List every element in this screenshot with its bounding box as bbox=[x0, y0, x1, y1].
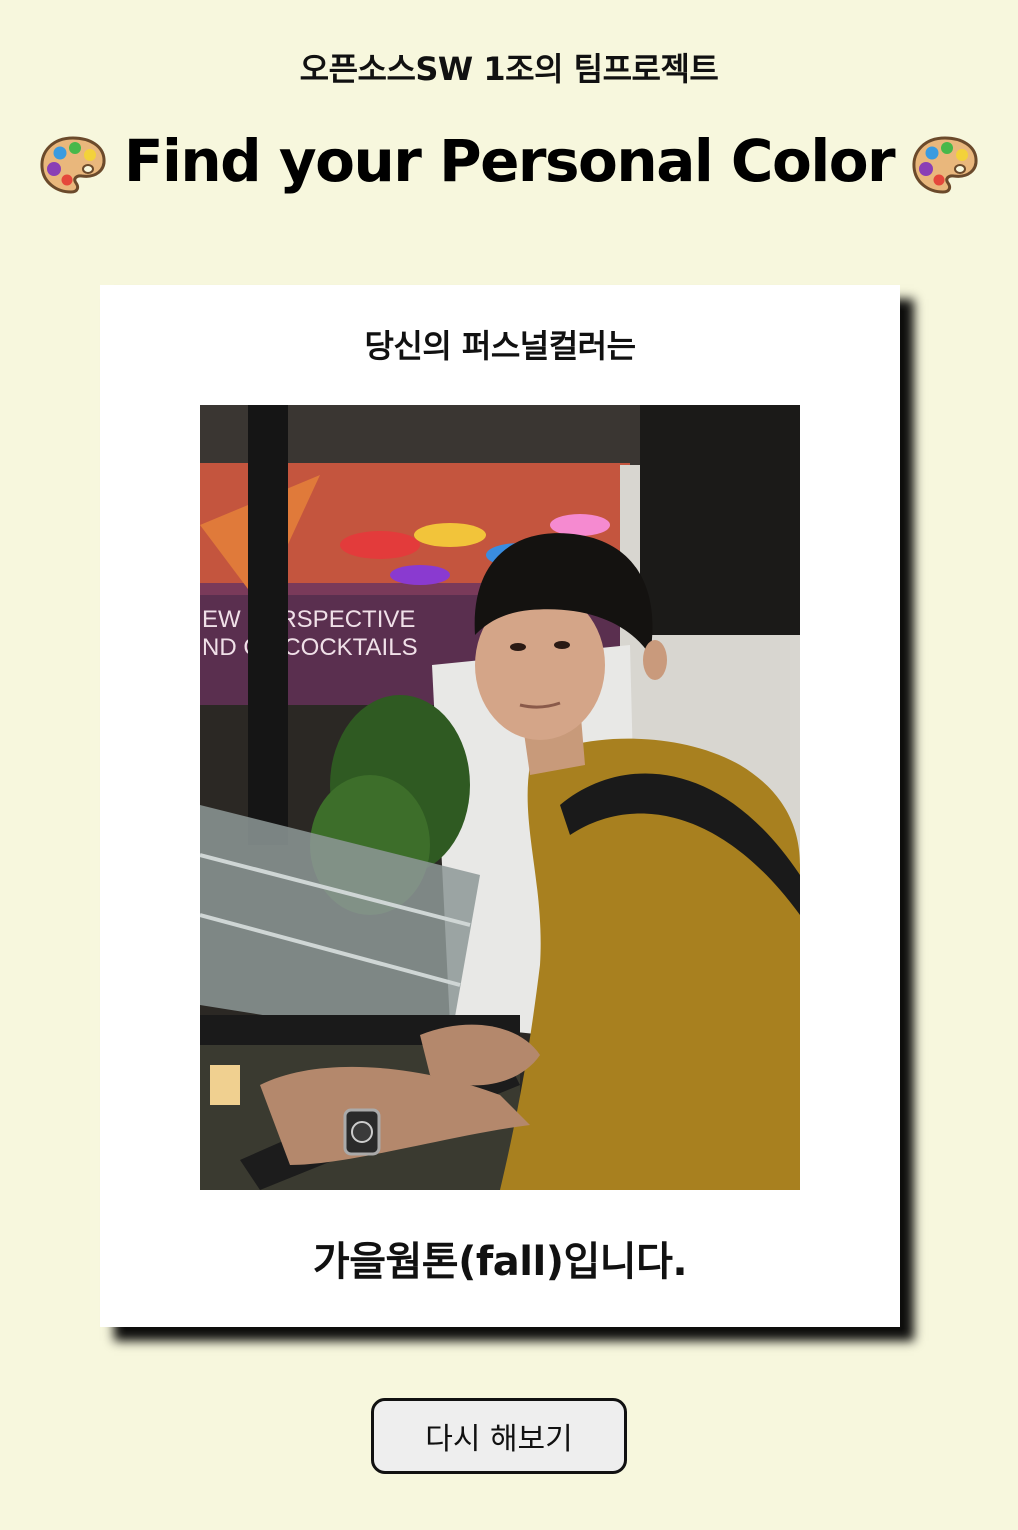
retry-button[interactable]: 다시 해보기 bbox=[371, 1398, 627, 1474]
artist-palette-icon bbox=[910, 134, 980, 196]
sign-text: ND OF COCKTAILS bbox=[202, 634, 418, 661]
result-text: 가을웜톤(fall)입니다. bbox=[312, 1239, 688, 1285]
result-card: 당신의 퍼스널컬러는 EW PERSPECTIVE ND OF COCKTAIL… bbox=[100, 285, 900, 1327]
title-row: Find your Personal Color bbox=[0, 118, 1018, 204]
page-subtitle: 오픈소스SW 1조의 팀프로젝트 bbox=[299, 50, 719, 88]
sign-text: EW PERSPECTIVE bbox=[202, 606, 415, 633]
result-heading: 당신의 퍼스널컬러는 bbox=[364, 327, 636, 365]
page-title: Find your Personal Color bbox=[123, 127, 896, 195]
artist-palette-icon bbox=[38, 134, 108, 196]
uploaded-photo: EW PERSPECTIVE ND OF COCKTAILS bbox=[200, 405, 800, 1190]
